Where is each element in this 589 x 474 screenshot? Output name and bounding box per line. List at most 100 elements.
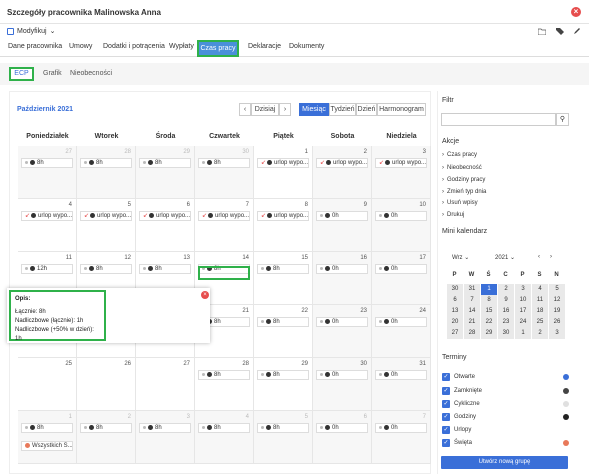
mini-day[interactable]: 18 bbox=[532, 306, 548, 317]
term-checkbox[interactable]: ✓ bbox=[442, 426, 450, 434]
calendar-event[interactable]: 8h bbox=[198, 158, 250, 168]
calendar-day-cell[interactable]: 3 ↙ urlop wypo... bbox=[372, 146, 431, 199]
next-month-button[interactable]: › bbox=[279, 103, 291, 116]
mini-day[interactable]: 11 bbox=[532, 295, 548, 306]
mini-day[interactable]: 6 bbox=[447, 295, 463, 306]
action-item[interactable]: Nieobecność bbox=[442, 165, 482, 171]
calendar-event[interactable]: 8h bbox=[139, 158, 191, 168]
calendar-event[interactable]: ↙ urlop wypo... bbox=[139, 211, 191, 221]
calendar-event[interactable]: ↙ urlop wypo... bbox=[316, 158, 368, 168]
calendar-event[interactable]: 0h bbox=[375, 264, 427, 274]
calendar-day-cell[interactable]: 4 8h bbox=[195, 411, 254, 464]
highlighted-event[interactable] bbox=[198, 266, 250, 280]
calendar-day-cell[interactable]: 9 0h bbox=[313, 199, 372, 252]
calendar-event[interactable]: 0h bbox=[375, 370, 427, 380]
mini-day[interactable]: 1 bbox=[481, 284, 497, 295]
term-row[interactable]: ✓ Cykliczne bbox=[442, 400, 480, 408]
calendar-day-cell[interactable]: 22 8h bbox=[254, 305, 313, 358]
view-day-button[interactable]: Dzień bbox=[356, 103, 377, 116]
calendar-day-cell[interactable]: 10 0h bbox=[372, 199, 431, 252]
calendar-event[interactable]: 0h bbox=[316, 370, 368, 380]
calendar-day-cell[interactable]: 7 0h bbox=[372, 411, 431, 464]
new-group-button[interactable]: Utwórz nową grupę bbox=[441, 456, 568, 469]
mini-day[interactable]: 30 bbox=[447, 284, 463, 295]
term-row[interactable]: ✓ Zamknięte bbox=[442, 387, 482, 395]
term-row[interactable]: ✓ Otwarte bbox=[442, 373, 475, 381]
mini-day[interactable]: 15 bbox=[481, 306, 497, 317]
calendar-event[interactable]: 8h bbox=[139, 264, 191, 274]
mini-day[interactable]: 28 bbox=[464, 328, 480, 339]
calendar-day-cell[interactable]: 23 0h bbox=[313, 305, 372, 358]
calendar-event[interactable]: 8h bbox=[257, 370, 309, 380]
tab-dodatki[interactable]: Dodatki i potrącenia bbox=[103, 43, 165, 50]
calendar-event[interactable]: ↙ urlop wypo... bbox=[198, 211, 250, 221]
mini-day[interactable]: 3 bbox=[515, 284, 531, 295]
view-month-button[interactable]: Miesiąc bbox=[299, 103, 329, 116]
tooltip-close-icon[interactable]: × bbox=[201, 291, 209, 299]
mini-day[interactable]: 2 bbox=[498, 284, 514, 295]
view-week-button[interactable]: Tydzień bbox=[329, 103, 356, 116]
calendar-day-cell[interactable]: 2 ↙ urlop wypo... bbox=[313, 146, 372, 199]
tab-deklaracje[interactable]: Deklaracje bbox=[248, 43, 281, 50]
calendar-event[interactable]: 8h bbox=[139, 423, 191, 433]
mini-day[interactable]: 13 bbox=[447, 306, 463, 317]
calendar-day-cell[interactable]: 30 0h bbox=[313, 358, 372, 411]
calendar-event[interactable]: 0h bbox=[375, 423, 427, 433]
calendar-day-cell[interactable]: 3 8h bbox=[136, 411, 195, 464]
mini-day[interactable]: 10 bbox=[515, 295, 531, 306]
mini-day[interactable]: 2 bbox=[532, 328, 548, 339]
calendar-day-cell[interactable]: 5 8h bbox=[254, 411, 313, 464]
calendar-day-cell[interactable]: 6 ↙ urlop wypo... bbox=[136, 199, 195, 252]
calendar-day-cell[interactable]: 27 8h bbox=[18, 146, 77, 199]
pencil-icon[interactable] bbox=[573, 28, 581, 35]
mini-day[interactable]: 26 bbox=[549, 317, 565, 328]
mini-day[interactable]: 12 bbox=[549, 295, 565, 306]
mini-prev-icon[interactable]: ‹ bbox=[538, 254, 540, 264]
mini-day[interactable]: 25 bbox=[532, 317, 548, 328]
calendar-event[interactable]: 8h bbox=[80, 423, 132, 433]
mini-day[interactable]: 31 bbox=[464, 284, 480, 295]
calendar-event[interactable]: 8h bbox=[80, 158, 132, 168]
calendar-event[interactable]: 0h bbox=[316, 423, 368, 433]
mini-day[interactable]: 30 bbox=[498, 328, 514, 339]
mini-day[interactable]: 24 bbox=[515, 317, 531, 328]
term-row[interactable]: ✓ Godziny bbox=[442, 413, 476, 421]
term-checkbox[interactable]: ✓ bbox=[442, 439, 450, 447]
mini-day[interactable]: 17 bbox=[515, 306, 531, 317]
modify-button[interactable]: Modyfikuj ⌄ bbox=[7, 27, 55, 35]
calendar-event[interactable]: 8h bbox=[21, 158, 73, 168]
calendar-event[interactable]: ↙ urlop wypo... bbox=[21, 211, 73, 221]
calendar-day-cell[interactable]: 26 bbox=[77, 358, 136, 411]
subtab-grafik[interactable]: Grafik bbox=[43, 70, 62, 77]
calendar-day-cell[interactable]: 1 ↙ urlop wypo... bbox=[254, 146, 313, 199]
mini-month-select[interactable]: Wrz ⌄ bbox=[452, 254, 469, 264]
action-item[interactable]: Usuń wpisy bbox=[442, 200, 478, 206]
calendar-event[interactable]: 8h bbox=[257, 317, 309, 327]
mini-day[interactable]: 1 bbox=[515, 328, 531, 339]
term-checkbox[interactable]: ✓ bbox=[442, 373, 450, 381]
term-checkbox[interactable]: ✓ bbox=[442, 413, 450, 421]
calendar-event[interactable]: ↙ urlop wypo... bbox=[375, 158, 427, 168]
calendar-event[interactable]: 8h bbox=[198, 423, 250, 433]
mini-day[interactable]: 22 bbox=[481, 317, 497, 328]
mini-day[interactable]: 4 bbox=[532, 284, 548, 295]
mini-day[interactable]: 27 bbox=[447, 328, 463, 339]
mini-next-icon[interactable]: › bbox=[550, 254, 552, 264]
mini-day[interactable]: 3 bbox=[549, 328, 565, 339]
today-button[interactable]: Dzisiaj bbox=[251, 103, 279, 116]
calendar-day-cell[interactable]: 30 8h bbox=[195, 146, 254, 199]
mini-day[interactable]: 23 bbox=[498, 317, 514, 328]
mini-day[interactable]: 29 bbox=[481, 328, 497, 339]
term-row[interactable]: ✓ Urlopy bbox=[442, 426, 471, 434]
calendar-day-cell[interactable]: 16 0h bbox=[313, 252, 372, 305]
tab-dane-pracownika[interactable]: Dane pracownika bbox=[8, 43, 62, 50]
calendar-event[interactable]: 0h bbox=[375, 211, 427, 221]
calendar-day-cell[interactable]: 28 8h bbox=[77, 146, 136, 199]
folder-icon[interactable] bbox=[538, 28, 546, 35]
action-item[interactable]: Drukuj bbox=[442, 212, 464, 218]
calendar-day-cell[interactable]: 17 0h bbox=[372, 252, 431, 305]
calendar-event[interactable]: 8h bbox=[198, 370, 250, 380]
calendar-day-cell[interactable]: 6 0h bbox=[313, 411, 372, 464]
tab-umowy[interactable]: Umowy bbox=[69, 43, 92, 50]
term-checkbox[interactable]: ✓ bbox=[442, 387, 450, 395]
